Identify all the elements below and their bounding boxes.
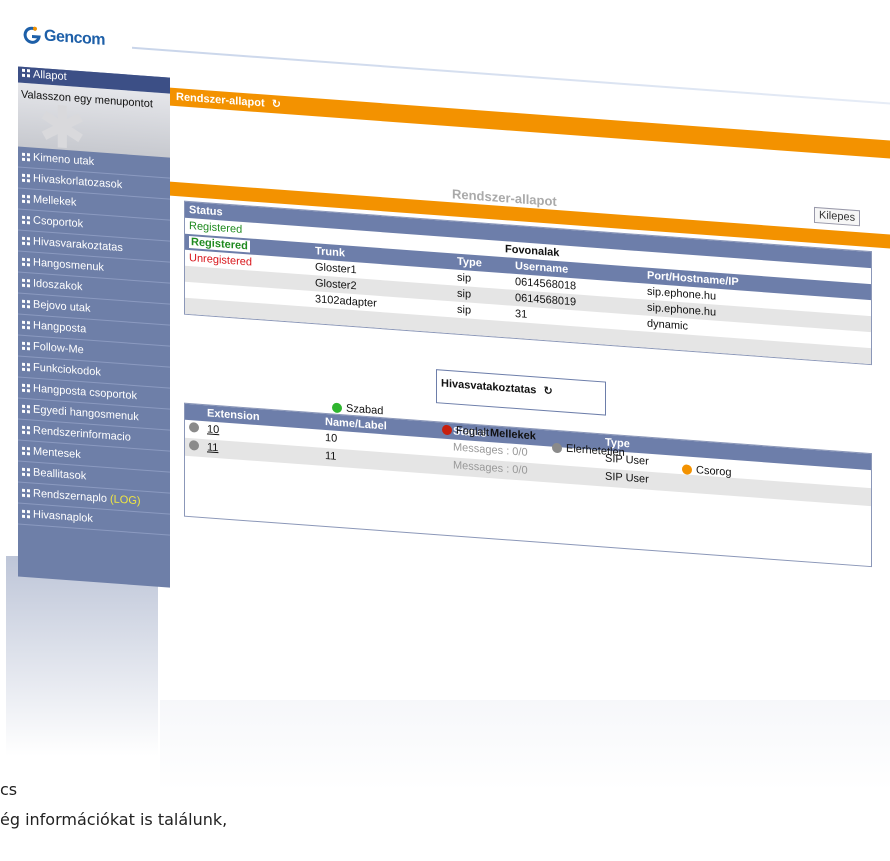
logout-button[interactable]: Kilepes [814, 206, 861, 227]
gencom-logo[interactable]: Gencom [22, 25, 105, 51]
menu-grid-icon [22, 299, 30, 309]
gray-dot-icon [552, 442, 562, 454]
queue-title: Hivasvatakoztatas [441, 377, 537, 397]
status-dot-icon [189, 421, 203, 436]
body-text-line: cs [0, 780, 18, 799]
refresh-icon[interactable]: ↻ [543, 385, 552, 398]
screenshot-window: Gencom Allapot ✱ Valasszon egy menuponto… [12, 20, 890, 645]
trunk-status: Registered [189, 219, 243, 236]
menu-grid-icon [22, 362, 30, 372]
sidebar-item-label: Rendszerinformacio [33, 424, 131, 444]
extension-name: 11 [325, 449, 337, 463]
column-header-trunk: Trunk [315, 245, 345, 260]
column-header-status: Status [189, 203, 223, 219]
legend-label: Csorog [696, 464, 732, 479]
menu-grid-icon [22, 341, 30, 351]
sidebar-item-label: Egyedi hangosmenuk [33, 403, 139, 424]
sidebar-item-label: Follow-Me [33, 340, 84, 357]
menu-grid-icon [22, 236, 30, 246]
sidebar-item-label: Beallitasok [33, 466, 87, 483]
legend-label: Foglalt [456, 424, 490, 440]
extension-link[interactable]: 10 [207, 423, 219, 436]
body-text-line: ég információkat is találunk, [0, 810, 228, 829]
trunk-name: Gloster2 [315, 277, 357, 293]
table-reflection [160, 700, 890, 790]
menu-grid-icon [22, 383, 30, 393]
trunk-type: sip [457, 271, 472, 285]
document-page: Gencom Allapot ✱ Valasszon egy menuponto… [0, 0, 890, 861]
queue-status-box: Hivasvatakoztatas ↻ [436, 369, 606, 416]
menu-grid-icon [22, 173, 30, 183]
sidebar-item-label: Mellekek [33, 193, 77, 209]
sidebar-item-label: Kimeno utak [33, 151, 95, 169]
trunk-type: sip [457, 287, 472, 301]
extension-number[interactable]: 10 [207, 423, 219, 436]
sidebar-item-label: Csoportok [33, 214, 84, 231]
menu-grid-icon [22, 404, 30, 414]
sidebar-item-label: Hivasnaplok [33, 508, 93, 525]
extension-status: Messages : 0/0 [453, 459, 528, 477]
sidebar-item-label: Mentesek [33, 445, 81, 462]
extension-link[interactable]: 11 [207, 441, 218, 454]
trunk-host: dynamic [647, 317, 688, 333]
extension-number[interactable]: 11 [207, 441, 218, 454]
green-dot-icon [332, 402, 342, 414]
menu-grid-icon [22, 152, 30, 162]
menu-grid-icon [22, 509, 30, 519]
trunk-table-caption: Fovonalak [505, 243, 560, 260]
gencom-logo-icon [23, 26, 41, 44]
sidebar-item-label: Funkciokodok [33, 361, 101, 379]
sidebar-menu: Kimeno utak Hivaskorlatozasok Mellekek C… [18, 146, 170, 536]
menu-grid-icon [22, 488, 30, 498]
menu-grid-icon [22, 446, 30, 456]
column-header-type: Type [457, 255, 482, 270]
section-header-bar: Rendszer-allapot ↻ [170, 87, 890, 159]
log-suffix: (LOG) [110, 493, 141, 508]
sidebar-item-label: Idoszakok [33, 277, 83, 294]
sidebar-reflection [6, 556, 158, 756]
extension-status: Messages : 0/0 [453, 441, 528, 459]
menu-grid-icon [22, 278, 30, 288]
menu-grid-icon [22, 68, 30, 78]
extensions-table: Extension Name/Label Status Type 10 10 M… [184, 402, 872, 568]
status-dot-icon [189, 439, 203, 454]
sidebar: Allapot ✱ Valasszon egy menupontot Kimen… [18, 66, 170, 588]
trunk-username: 31 [515, 307, 528, 321]
column-header-extension: Extension [207, 407, 260, 424]
sidebar-item-label: Hivasvarakoztatas [33, 235, 123, 255]
menu-grid-icon [22, 425, 30, 435]
sidebar-item-label: Bejovo utak [33, 298, 91, 315]
red-dot-icon [442, 424, 452, 436]
sidebar-item-label: Hivaskorlatozasok [33, 172, 123, 192]
sidebar-item-label: Hangposta [33, 319, 87, 336]
section-title: Rendszer-allapot [176, 91, 265, 110]
menu-grid-icon [22, 257, 30, 267]
orange-dot-icon [682, 464, 692, 475]
logo-text: Gencom [44, 27, 106, 49]
trunk-type: sip [457, 303, 472, 317]
refresh-icon[interactable]: ↻ [272, 98, 281, 111]
extension-name: 10 [325, 431, 338, 445]
menu-grid-icon [22, 320, 30, 330]
menu-grid-icon [22, 215, 30, 225]
menu-grid-icon [22, 194, 30, 204]
sidebar-item-label: Hangposta csoportok [33, 382, 137, 403]
extension-type: SIP User [605, 470, 649, 486]
column-header-username: Username [515, 259, 569, 276]
sidebar-item-label: Rendszernaplo [33, 487, 107, 505]
sidebar-message: ✱ Valasszon egy menupontot [18, 82, 170, 158]
sidebar-item-label: Hangosmenuk [33, 256, 104, 274]
menu-grid-icon [22, 467, 30, 477]
trunk-name: Gloster1 [315, 261, 357, 277]
sidebar-header-label: Allapot [33, 68, 67, 84]
